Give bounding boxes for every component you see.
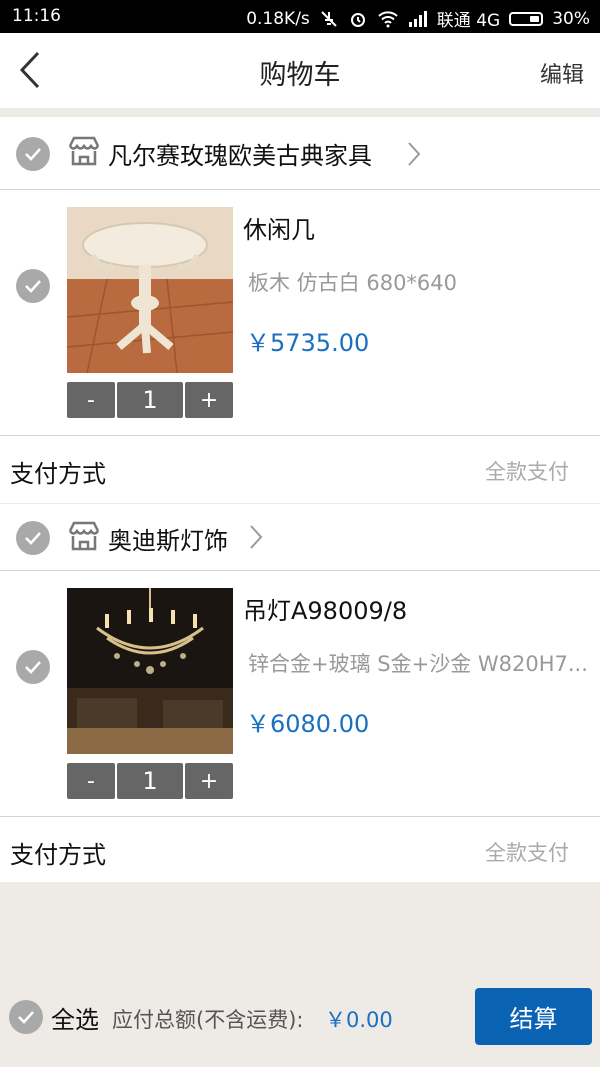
page-title: 购物车: [259, 60, 341, 91]
store-icon: [66, 518, 102, 554]
carrier-label: 联通 4G: [436, 11, 501, 31]
wifi-icon: [377, 10, 399, 28]
product-name[interactable]: 吊灯A98009/8: [243, 591, 407, 626]
store-header: 凡尔赛玫瑰欧美古典家具: [0, 117, 600, 190]
chevron-right-icon[interactable]: [406, 141, 422, 167]
check-icon: [25, 532, 41, 545]
decrease-button[interactable]: -: [67, 382, 115, 418]
store-icon: [66, 133, 102, 169]
product-name[interactable]: 休闲几: [243, 210, 315, 245]
check-icon: [18, 1011, 34, 1024]
check-icon: [25, 148, 41, 161]
store-card: 凡尔赛玫瑰欧美古典家具 休闲几 板木 仿古白 680*640 ￥5735.00 …: [0, 117, 600, 503]
product-price: ￥6080.00: [246, 710, 370, 738]
check-icon: [25, 280, 41, 293]
checkout-bar: 全选 应付总额(不含运费): ￥0.00 结算: [0, 968, 600, 1067]
status-time: 11:16: [12, 6, 61, 26]
payment-method-row[interactable]: 支付方式 全款支付: [0, 436, 600, 502]
product-image[interactable]: [67, 207, 233, 373]
store-select-checkbox[interactable]: [16, 521, 50, 555]
decrease-button[interactable]: -: [67, 763, 115, 799]
battery-icon: [509, 11, 544, 26]
payment-value: 全款支付: [485, 460, 569, 484]
store-header: 奥迪斯灯饰: [0, 504, 600, 571]
store-name[interactable]: 凡尔赛玫瑰欧美古典家具: [108, 136, 372, 171]
mute-icon: [319, 9, 339, 29]
store-card: 奥迪斯灯饰 吊灯A98009/8 锌合金+玻璃 S金+沙金 W820H7... …: [0, 504, 600, 882]
item-select-checkbox[interactable]: [16, 269, 50, 303]
cart-item: 吊灯A98009/8 锌合金+玻璃 S金+沙金 W820H7... ￥6080.…: [0, 571, 600, 817]
check-icon: [25, 661, 41, 674]
increase-button[interactable]: +: [185, 763, 233, 799]
battery-level: 30%: [552, 8, 590, 29]
network-speed: 0.18K/s: [246, 8, 310, 29]
product-image[interactable]: [67, 588, 233, 754]
chevron-right-icon[interactable]: [248, 524, 264, 550]
store-name[interactable]: 奥迪斯灯饰: [108, 521, 228, 556]
payment-value: 全款支付: [485, 841, 569, 865]
product-price: ￥5735.00: [246, 329, 370, 357]
select-all-label[interactable]: 全选: [51, 1000, 99, 1035]
increase-button[interactable]: +: [185, 382, 233, 418]
cart-item: 休闲几 板木 仿古白 680*640 ￥5735.00 - 1 +: [0, 190, 600, 436]
alarm-icon: [348, 9, 368, 29]
payment-label: 支付方式: [10, 460, 106, 488]
item-select-checkbox[interactable]: [16, 650, 50, 684]
select-all-checkbox[interactable]: [9, 1000, 43, 1034]
total-label: 应付总额(不含运费):: [112, 1008, 304, 1032]
quantity-value[interactable]: 1: [117, 382, 183, 418]
store-select-checkbox[interactable]: [16, 137, 50, 171]
signal-icon: [408, 10, 428, 27]
checkout-button[interactable]: 结算: [475, 988, 592, 1045]
total-value: ￥0.00: [325, 1008, 393, 1032]
payment-method-row[interactable]: 支付方式 全款支付: [0, 817, 600, 883]
quantity-stepper: - 1 +: [67, 763, 233, 799]
product-spec: 锌合金+玻璃 S金+沙金 W820H7...: [248, 652, 588, 676]
nav-bar: 购物车 编辑: [0, 33, 600, 108]
payment-label: 支付方式: [10, 841, 106, 869]
status-icons: 0.18K/s 联通 4G 30%: [246, 6, 590, 32]
status-bar: 11:16 0.18K/s 联通 4G 30%: [0, 0, 600, 33]
quantity-stepper: - 1 +: [67, 382, 233, 418]
edit-button[interactable]: 编辑: [540, 57, 584, 89]
quantity-value[interactable]: 1: [117, 763, 183, 799]
product-spec: 板木 仿古白 680*640: [248, 271, 458, 295]
